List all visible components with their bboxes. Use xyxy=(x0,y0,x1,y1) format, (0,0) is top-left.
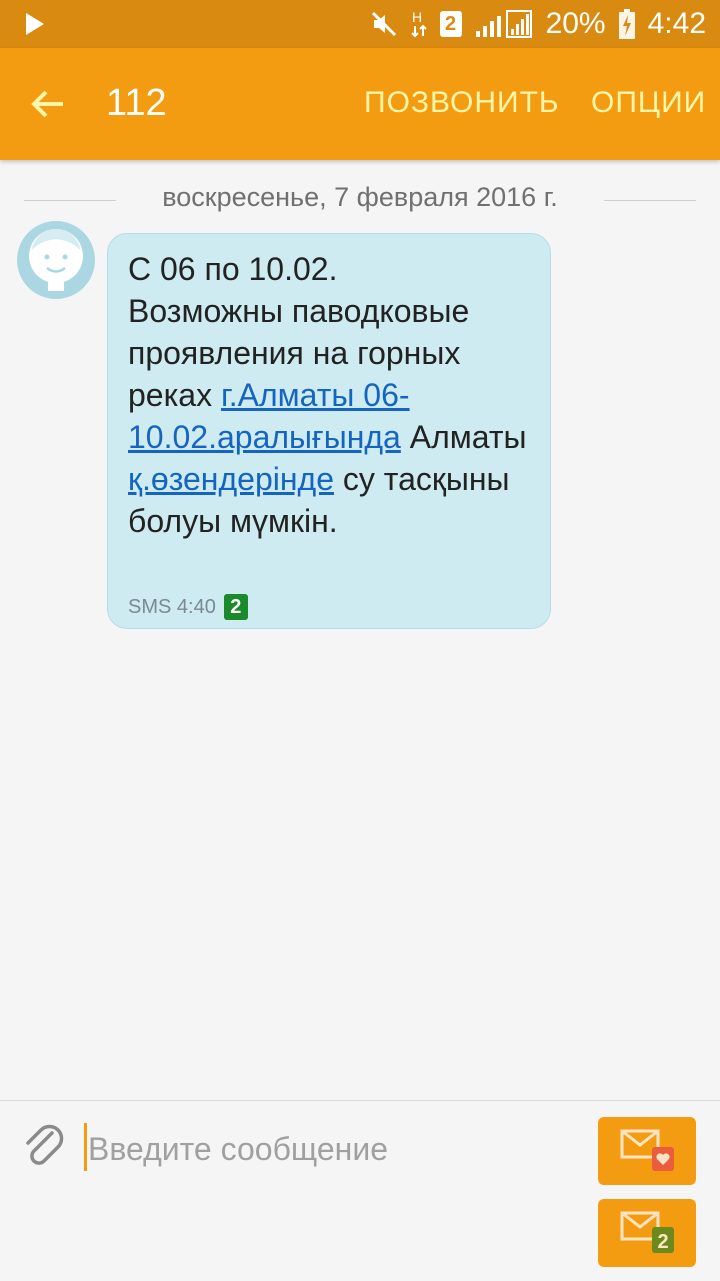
sim-slot-badge: 2 xyxy=(439,11,462,37)
svg-text:H: H xyxy=(412,9,422,25)
options-button[interactable]: ОПЦИИ xyxy=(591,86,706,120)
message-link-rivers[interactable]: қ.өзендерінде xyxy=(128,461,334,497)
message-bubble[interactable]: С 06 по 10.02. Возможны паводковые прояв… xyxy=(107,233,551,629)
message-input[interactable] xyxy=(86,1125,590,1173)
svg-text:2: 2 xyxy=(657,1231,668,1253)
message-meta: SMS 4:40 2 xyxy=(128,594,248,620)
battery-charging-icon xyxy=(618,8,636,40)
send-sim2-button[interactable]: 2 xyxy=(598,1199,696,1267)
date-label: воскресенье, 7 февраля 2016 г. xyxy=(162,182,558,212)
message-text: С 06 по 10.02. Возможны паводковые прояв… xyxy=(128,248,530,542)
app-bar: 112 ПОЗВОНИТЬ ОПЦИИ xyxy=(0,48,720,160)
send-sim1-button[interactable] xyxy=(598,1117,696,1185)
signal-icon xyxy=(474,9,534,39)
message-timestamp: SMS 4:40 xyxy=(128,595,216,618)
status-bar: H 2 20% 4:42 xyxy=(0,0,720,48)
sim-2-icon: 2 xyxy=(223,594,248,620)
mute-icon xyxy=(370,10,398,38)
battery-percent: 20% xyxy=(545,7,606,40)
date-separator: воскресенье, 7 февраля 2016 г. xyxy=(0,180,720,220)
back-arrow-icon[interactable] xyxy=(30,86,66,127)
contact-avatar[interactable] xyxy=(17,221,95,299)
send-envelope-heart-icon xyxy=(620,1129,674,1171)
network-type-icon: H xyxy=(410,8,428,40)
default-avatar-icon xyxy=(29,229,83,291)
conversation-title: 112 xyxy=(106,82,167,124)
message-line: Алматы xyxy=(400,419,527,455)
send-envelope-sim2-icon: 2 xyxy=(620,1211,674,1253)
message-line: С 06 по 10.02. xyxy=(128,251,338,287)
play-icon xyxy=(26,13,44,35)
status-icons: H 2 20% 4:42 xyxy=(370,0,706,48)
call-button[interactable]: ПОЗВОНИТЬ xyxy=(364,86,560,120)
clock: 4:42 xyxy=(647,7,706,40)
paperclip-icon[interactable] xyxy=(22,1121,66,1176)
message-composer: 2 xyxy=(0,1100,720,1281)
